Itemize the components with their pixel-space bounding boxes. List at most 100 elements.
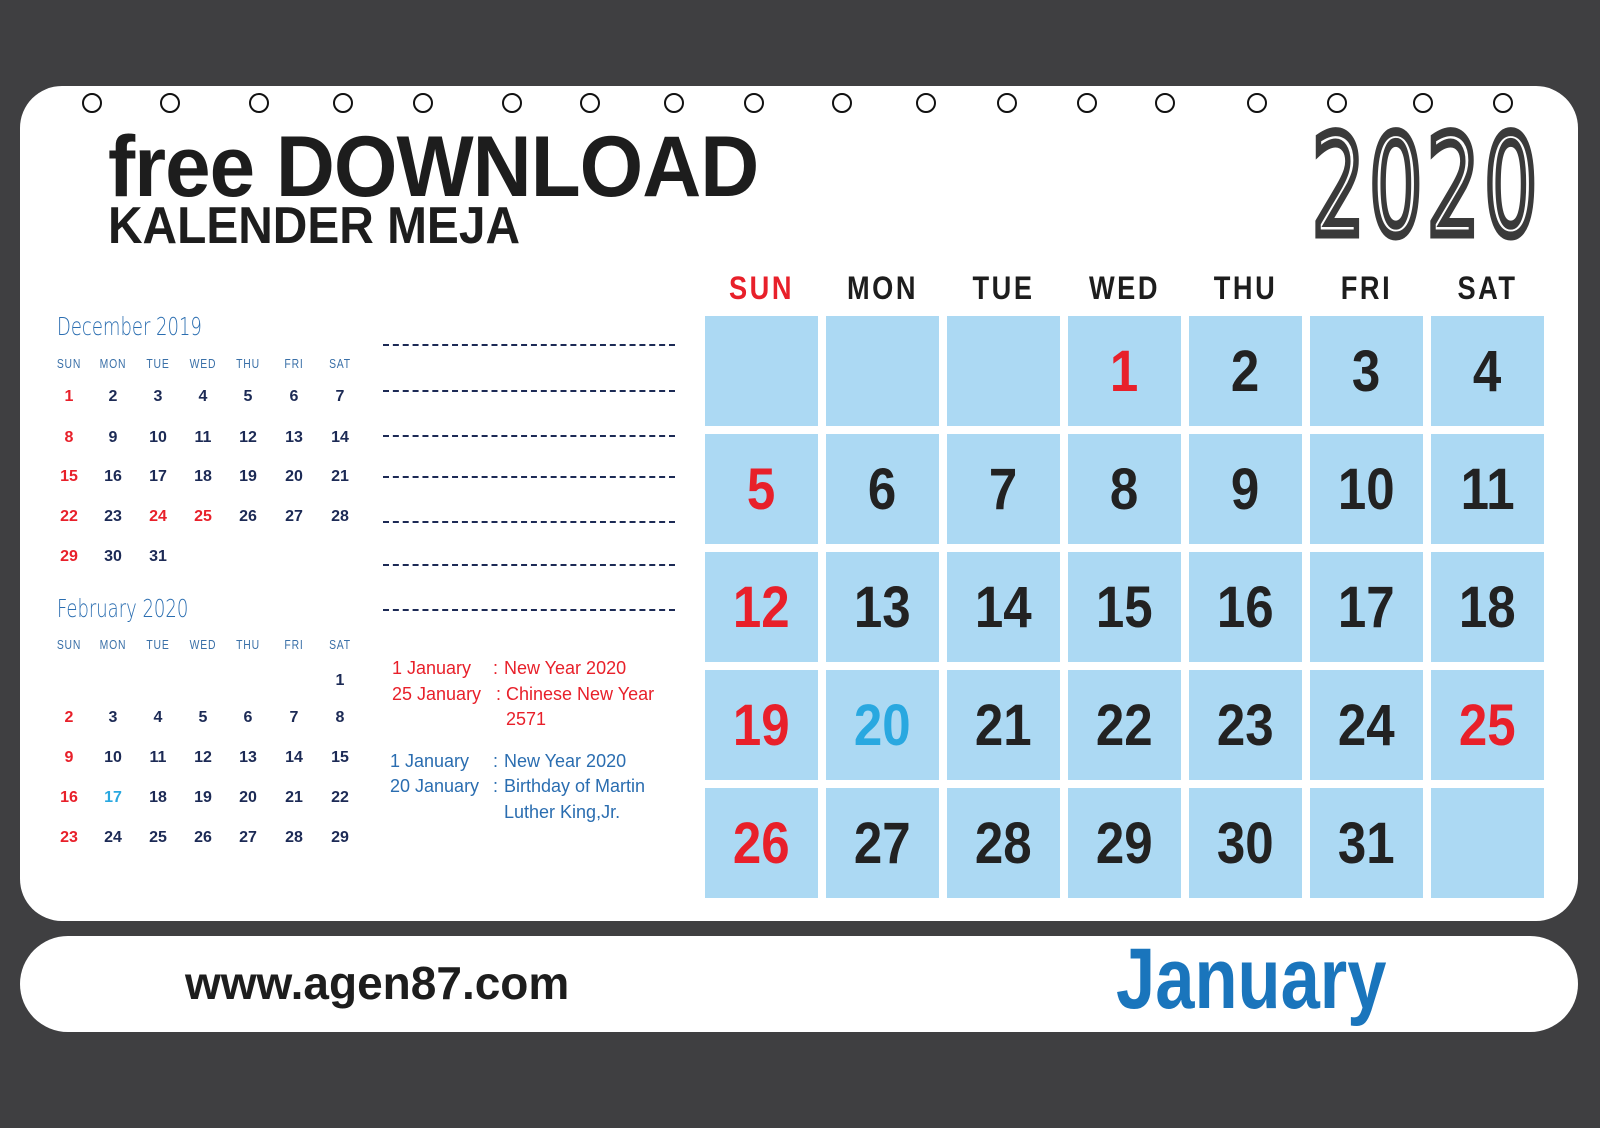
mini-day: 26 [194,829,212,846]
holiday-sep: : [493,776,499,796]
binding-hole-icon [832,93,852,113]
day-cell: 2 [1189,316,1302,426]
mini-day: 14 [331,429,349,446]
mini-day: 13 [285,429,303,446]
holiday-text: New Year 2020 [504,751,627,771]
holiday-date: 25 January [392,684,482,704]
day-number: 18 [1459,574,1516,640]
day-number: 3 [1352,338,1381,404]
binding-hole-icon [413,93,433,113]
day-cell: 6 [826,434,939,544]
day-number: 26 [733,810,790,876]
mini-day: 28 [285,829,303,846]
mini-weekday-header: MON [99,637,127,652]
mini-weekday-header: TUE [146,356,170,371]
day-number: 9 [1231,456,1260,522]
binding-hole-icon [82,93,102,113]
mini-day: 30 [104,548,122,565]
mini-day: 25 [194,508,212,525]
day-cell: 3 [1310,316,1423,426]
holiday-sep: : [493,658,499,678]
mini-weekday-header: MON [99,356,127,371]
binding-hole-icon [160,93,180,113]
mini-day: 4 [153,709,163,726]
mini-weekday-header: THU [236,356,260,371]
mini-day: 4 [198,388,208,405]
day-cell: 5 [705,434,818,544]
mini-day: 17 [149,468,167,485]
mini-day: 22 [331,789,349,806]
day-cell: 10 [1310,434,1423,544]
binding-hole-icon [744,93,764,113]
mini-day: 19 [239,468,257,485]
mini-day: 23 [60,829,78,846]
mini-day: 13 [239,749,257,766]
mini-day: 26 [239,508,257,525]
weekday-header: TUE [972,270,1035,306]
day-number: 28 [975,810,1032,876]
mini-day: 24 [149,508,167,525]
weekday-header: THU [1213,270,1278,306]
note-line [383,564,675,566]
mini-weekday-header: WED [189,356,217,371]
day-cell: 27 [826,788,939,898]
mini-day: 24 [104,829,122,846]
day-number: 16 [1217,574,1274,640]
mini-calendar-title: December 2019 [57,312,202,341]
mini-day: 27 [285,508,303,525]
day-cell: 12 [705,552,818,662]
website-url: www.agen87.com [185,957,570,1009]
mini-day: 8 [64,429,74,446]
day-number: 5 [747,456,776,522]
day-number: 14 [975,574,1032,640]
mini-day: 1 [64,388,74,405]
holiday-text: Chinese New Year [506,684,655,704]
day-number: 20 [854,692,911,758]
day-cell: 7 [947,434,1060,544]
mini-weekday-header: FRI [284,356,304,371]
mini-weekday-header: SUN [56,637,82,652]
weekday-header: SAT [1457,270,1518,306]
day-number: 27 [854,810,911,876]
binding-hole-icon [502,93,522,113]
mini-day: 14 [285,749,303,766]
empty-day-cell [1431,788,1544,898]
note-line [383,390,675,392]
empty-day-cell [947,316,1060,426]
mini-day: 27 [239,829,257,846]
day-number: 4 [1473,338,1502,404]
month-name: January [1116,931,1387,1027]
day-cell: 21 [947,670,1060,780]
empty-day-cell [705,316,818,426]
day-number: 21 [975,692,1032,758]
mini-day: 22 [60,508,78,525]
day-cell: 31 [1310,788,1423,898]
mini-day: 3 [108,709,118,726]
binding-hole-icon [333,93,353,113]
binding-hole-icon [580,93,600,113]
day-cell: 14 [947,552,1060,662]
mini-day: 7 [289,709,299,726]
mini-day: 31 [149,548,167,565]
mini-day: 25 [149,829,167,846]
binding-hole-icon [916,93,936,113]
mini-day: 15 [331,749,349,766]
day-cell: 4 [1431,316,1544,426]
note-line [383,476,675,478]
binding-hole-icon [997,93,1017,113]
mini-weekday-header: SUN [56,356,82,371]
day-cell: 9 [1189,434,1302,544]
mini-day: 21 [331,468,349,485]
day-cell: 11 [1431,434,1544,544]
day-number: 22 [1096,692,1153,758]
mini-day: 8 [335,709,345,726]
mini-calendar-title: February 2020 [57,594,189,623]
holiday-date: 20 January [390,776,480,796]
note-line [383,435,675,437]
mini-day: 9 [108,429,118,446]
mini-day: 15 [60,468,78,485]
mini-day: 11 [194,429,212,446]
day-cell: 20 [826,670,939,780]
mini-weekday-header: THU [236,637,260,652]
day-number: 11 [1460,456,1515,522]
